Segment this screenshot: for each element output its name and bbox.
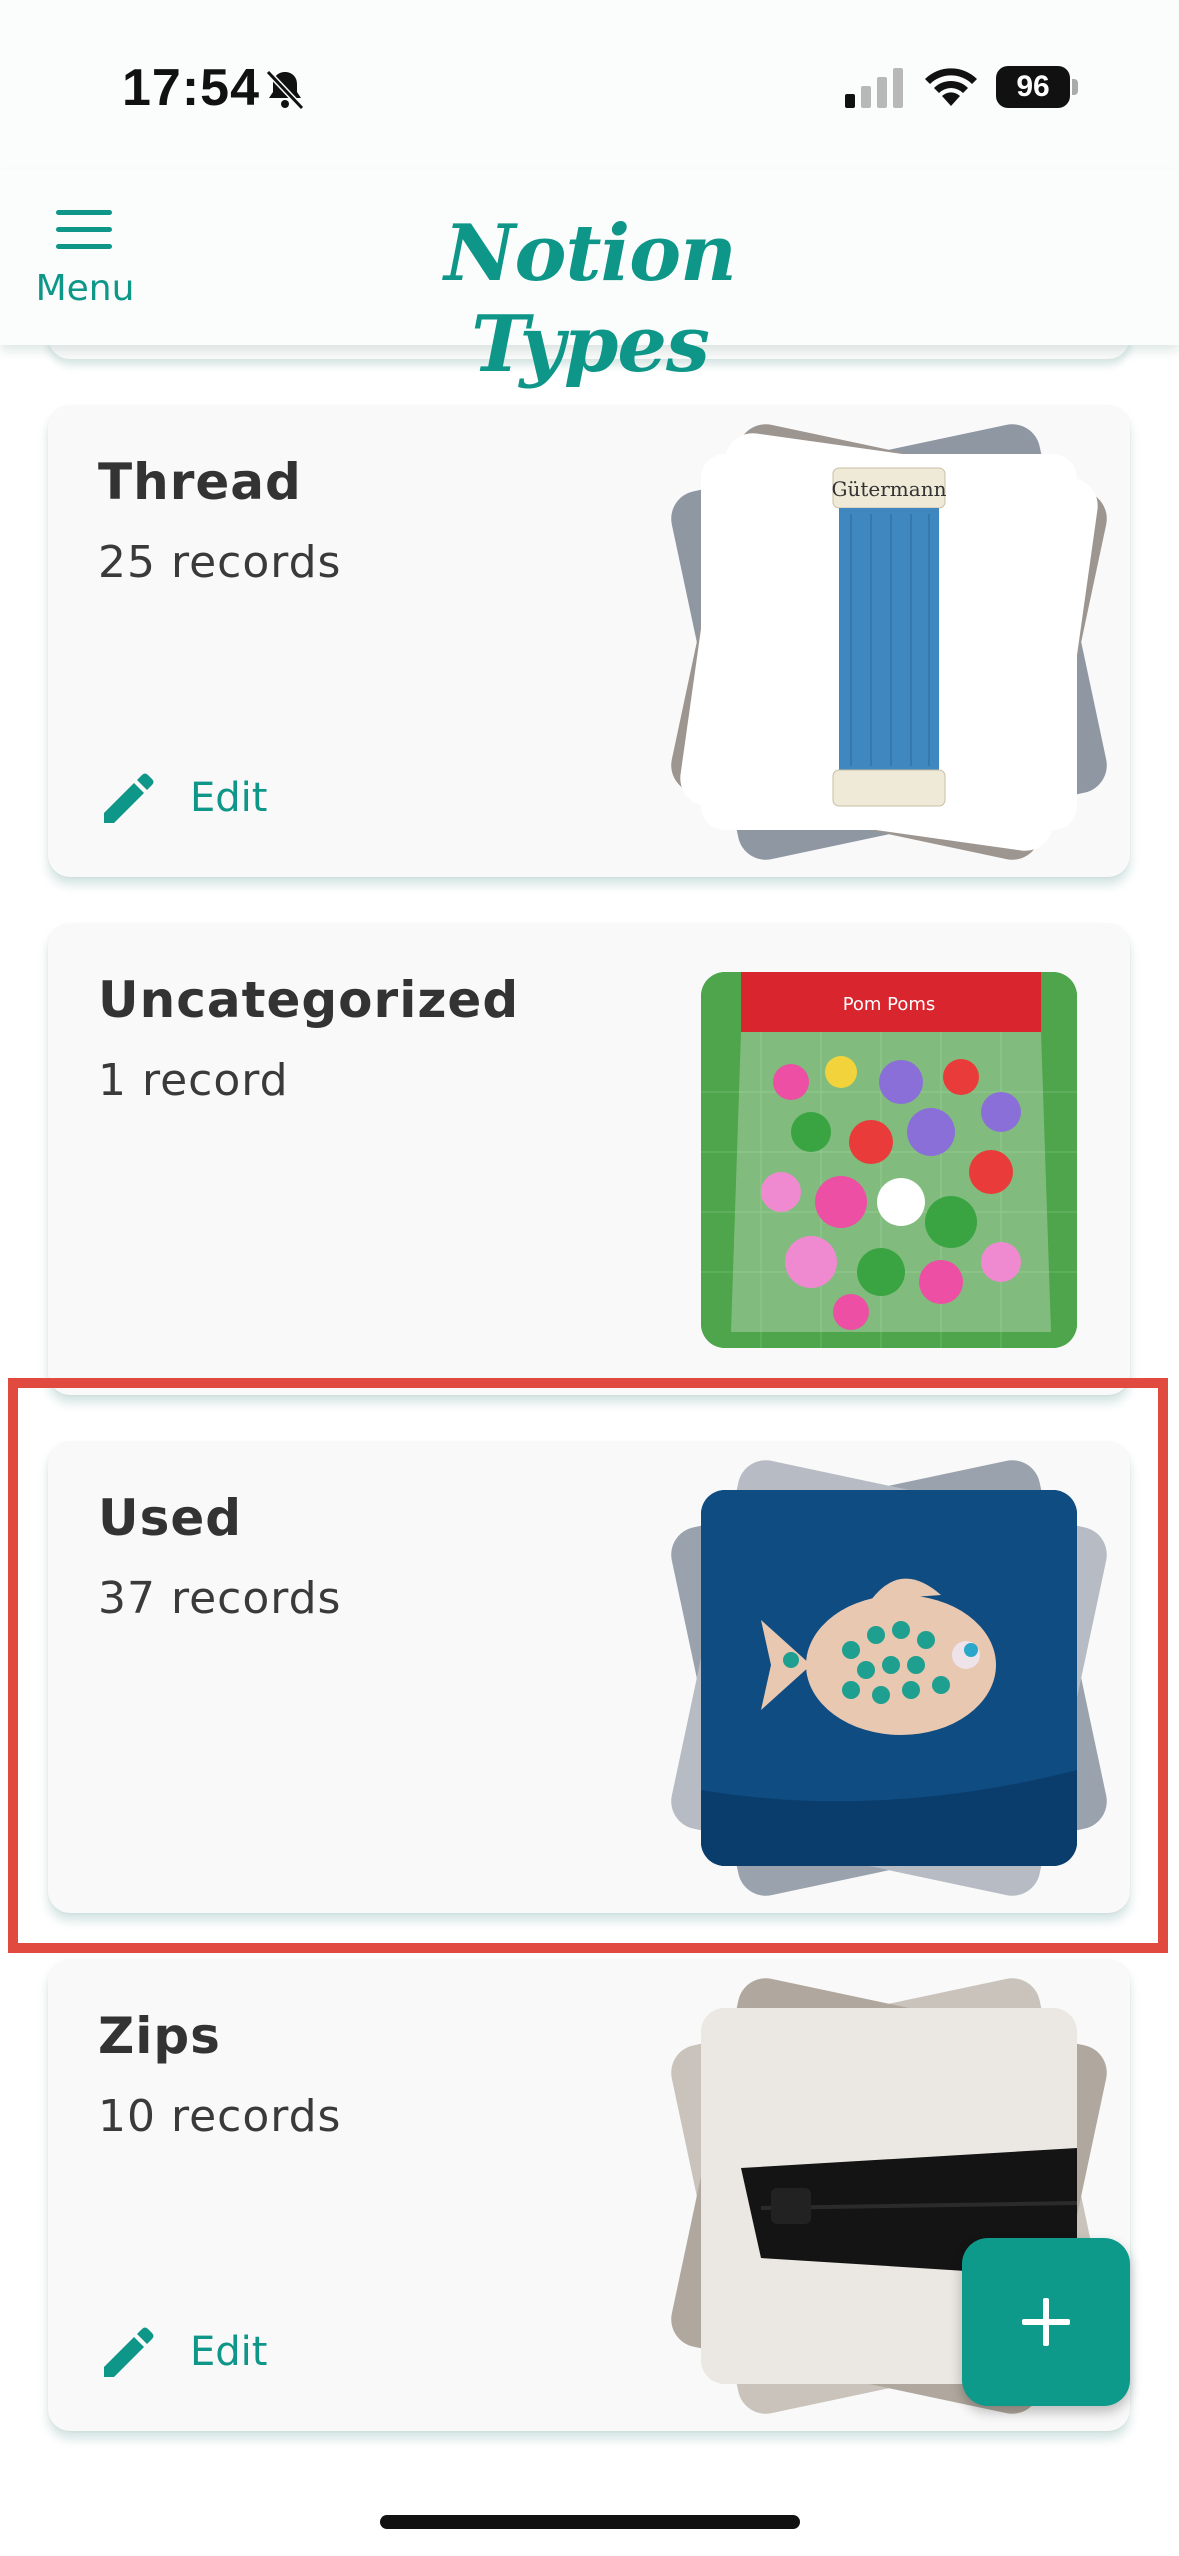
- status-bar: 17:54 96: [0, 0, 1179, 170]
- battery-icon: 96: [996, 66, 1078, 108]
- hamburger-icon: [56, 210, 112, 254]
- card-title: Used: [98, 1489, 243, 1547]
- card-title: Uncategorized: [98, 971, 520, 1029]
- app-bar: Menu Notion Types: [0, 170, 1179, 390]
- fish-applique-image: [701, 1490, 1077, 1866]
- svg-text:Gütermann: Gütermann: [832, 477, 947, 501]
- status-time: 17:54: [122, 59, 260, 117]
- image-stack: [666, 1453, 1112, 1903]
- card-record-count: 1 record: [98, 1055, 289, 1106]
- home-indicator[interactable]: [380, 2515, 800, 2529]
- bell-slash-icon: [265, 69, 305, 111]
- notion-type-card-uncategorized[interactable]: Uncategorized 1 record Pom Poms: [48, 923, 1130, 1395]
- page-title: Notion Types: [444, 208, 737, 390]
- menu-label: Menu: [35, 268, 135, 309]
- image-stack: Pom Poms: [668, 935, 1110, 1385]
- notion-types-list[interactable]: Thread 25 records Edit Gütermann Uncateg…: [0, 345, 1179, 2556]
- pom-poms-image: Pom Poms: [701, 972, 1077, 1348]
- card-record-count: 25 records: [98, 537, 342, 588]
- thread-spool-image: Gütermann: [701, 454, 1077, 830]
- edit-label: Edit: [190, 2329, 268, 2375]
- edit-button[interactable]: Edit: [98, 2321, 298, 2385]
- notion-type-card-thread[interactable]: Thread 25 records Edit Gütermann: [48, 405, 1130, 877]
- image-stack: Gütermann: [666, 417, 1112, 867]
- svg-text:Pom Poms: Pom Poms: [843, 994, 936, 1015]
- add-button[interactable]: [962, 2238, 1130, 2406]
- cellular-signal-icon: [845, 68, 903, 108]
- wifi-icon: [925, 68, 977, 106]
- notion-type-card-used[interactable]: Used 37 records: [48, 1441, 1130, 1913]
- edit-button[interactable]: Edit: [98, 767, 298, 831]
- menu-button[interactable]: Menu: [22, 210, 148, 320]
- battery-level: 96: [996, 66, 1070, 108]
- card-title: Thread: [98, 453, 302, 511]
- card-record-count: 10 records: [98, 2091, 342, 2142]
- pencil-icon: [104, 2327, 154, 2377]
- pencil-icon: [104, 773, 154, 823]
- card-title: Zips: [98, 2007, 221, 2065]
- edit-label: Edit: [190, 775, 268, 821]
- card-record-count: 37 records: [98, 1573, 342, 1624]
